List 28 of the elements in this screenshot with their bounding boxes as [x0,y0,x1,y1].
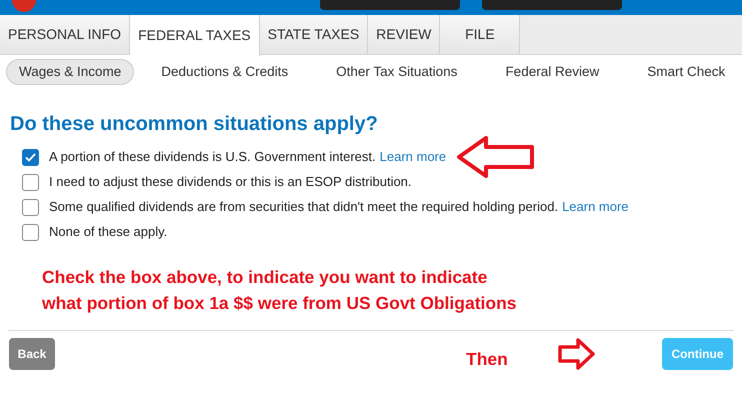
checkmark-icon [25,152,36,162]
checkbox[interactable] [22,198,39,216]
back-button[interactable]: Back [9,338,55,370]
subnav-item[interactable]: Federal Review [484,58,620,86]
nav-tab[interactable]: PERSONAL INFO [0,15,130,54]
option-label: Some qualified dividends are from securities that didn't meet the required holding period. [49,198,558,216]
option-label: I need to adjust these dividends or this is an ESOP distribution. [49,173,412,192]
option-label: None of these apply. [49,223,168,242]
right-arrow-icon [558,338,596,370]
nav-tab[interactable]: REVIEW [368,15,440,54]
option-label: A portion of these dividends is U.S. Government interest. [49,148,376,166]
left-arrow-icon [456,135,536,179]
learn-more-link[interactable]: Learn more [562,197,629,217]
checkbox[interactable] [22,174,39,190]
nav-tab[interactable]: FILE [440,15,520,54]
nav-tab[interactable]: FEDERAL TAXES [130,15,260,56]
checkbox[interactable] [22,148,39,166]
learn-more-link[interactable]: Learn more [380,147,446,167]
subnav-item[interactable]: Other Tax Situations [315,58,478,86]
subnav-item[interactable]: Wages & Income [6,58,134,86]
annotation-text: Check the box above, to indicate you want to indicate [42,266,488,289]
subnav-item[interactable]: Smart Check [626,58,742,86]
nav-tab[interactable]: STATE TAXES [260,15,368,54]
checkbox[interactable] [22,224,39,240]
subnav-item[interactable]: Deductions & Credits [140,58,310,86]
annotation-text: what portion of box 1a $$ were from US Govt Obligations [42,292,518,315]
page-heading: Do these uncommon situations apply? [10,112,379,137]
then-label: Then [466,348,508,371]
